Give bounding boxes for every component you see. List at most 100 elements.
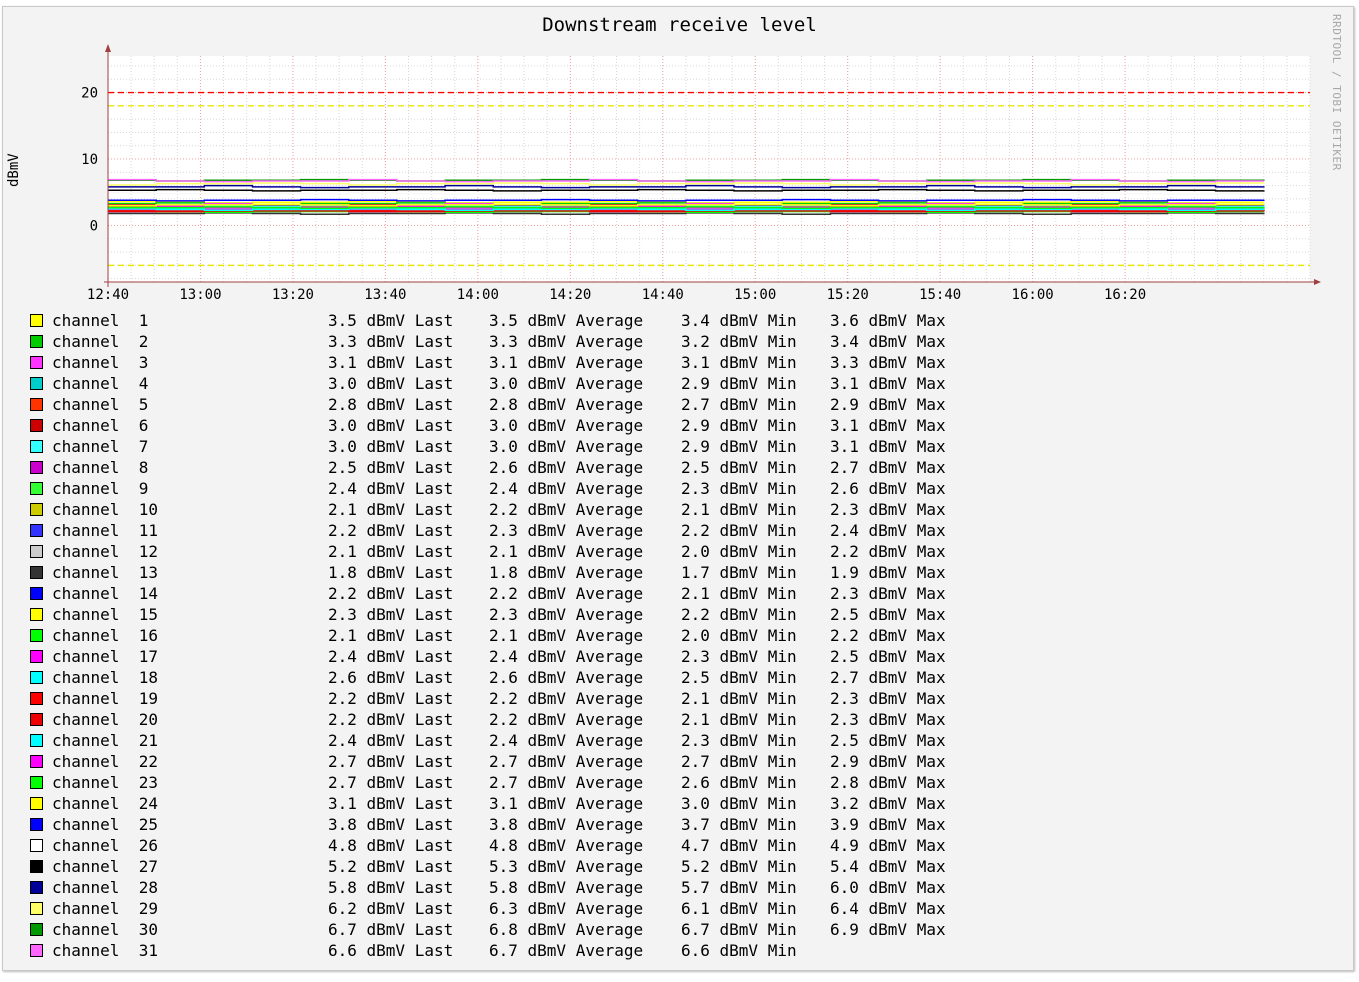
legend-average-value: 4.8 dBmV Average <box>489 836 644 855</box>
legend-average-value: 2.2 dBmV Average <box>489 500 644 519</box>
legend-min-value: 2.7 dBmV Min <box>681 752 797 771</box>
legend-average-value: 2.7 dBmV Average <box>489 773 644 792</box>
legend-swatch <box>30 818 43 831</box>
legend-last-value: 2.2 dBmV Last <box>328 710 454 729</box>
legend-min-value: 2.9 dBmV Min <box>681 416 797 435</box>
legend-swatch <box>30 314 43 327</box>
legend-last-value: 5.8 dBmV Last <box>328 878 454 897</box>
legend-min-value: 2.9 dBmV Min <box>681 437 797 456</box>
legend-min-value: 5.2 dBmV Min <box>681 857 797 876</box>
legend-min-value: 6.7 dBmV Min <box>681 920 797 939</box>
legend-min-value: 2.1 dBmV Min <box>681 710 797 729</box>
legend-last-value: 2.7 dBmV Last <box>328 752 454 771</box>
legend-average-value: 5.3 dBmV Average <box>489 857 644 876</box>
legend-swatch <box>30 629 43 642</box>
legend-swatch <box>30 881 43 894</box>
series-line-23 <box>108 206 1265 209</box>
legend-max-value: 2.5 dBmV Max <box>830 605 946 624</box>
legend-max-value: 2.3 dBmV Max <box>830 710 946 729</box>
legend-swatch <box>30 335 43 348</box>
legend-average-value: 3.1 dBmV Average <box>489 353 644 372</box>
legend-average-value: 2.2 dBmV Average <box>489 584 644 603</box>
x-tick-label: 14:20 <box>549 287 591 303</box>
legend-max-value: 4.9 dBmV Max <box>830 836 946 855</box>
legend-series-name: channel 20 <box>52 710 158 729</box>
legend-min-value: 2.5 dBmV Min <box>681 458 797 477</box>
legend-swatch <box>30 692 43 705</box>
legend-last-value: 1.8 dBmV Last <box>328 563 454 582</box>
legend-min-value: 2.0 dBmV Min <box>681 626 797 645</box>
legend-swatch <box>30 440 43 453</box>
legend-max-value: 3.1 dBmV Max <box>830 374 946 393</box>
legend-average-value: 2.3 dBmV Average <box>489 521 644 540</box>
legend-average-value: 2.6 dBmV Average <box>489 668 644 687</box>
x-tick-label: 13:40 <box>364 287 406 303</box>
legend-average-value: 2.1 dBmV Average <box>489 626 644 645</box>
legend-last-value: 2.4 dBmV Last <box>328 647 454 666</box>
legend-average-value: 6.7 dBmV Average <box>489 941 644 960</box>
y-axis-arrow <box>105 44 111 52</box>
legend-min-value: 4.7 dBmV Min <box>681 836 797 855</box>
legend-last-value: 3.0 dBmV Last <box>328 416 454 435</box>
legend-last-value: 3.0 dBmV Last <box>328 437 454 456</box>
legend-last-value: 2.4 dBmV Last <box>328 731 454 750</box>
legend-max-value: 6.0 dBmV Max <box>830 878 946 897</box>
legend-swatch <box>30 860 43 873</box>
legend-max-value: 3.2 dBmV Max <box>830 794 946 813</box>
legend-swatch <box>30 482 43 495</box>
legend-average-value: 3.3 dBmV Average <box>489 332 644 351</box>
legend-swatch <box>30 377 43 390</box>
legend-min-value: 2.2 dBmV Min <box>681 605 797 624</box>
x-axis-arrow <box>1314 279 1321 285</box>
legend-series-name: channel 5 <box>52 395 149 414</box>
legend-series-name: channel 25 <box>52 815 158 834</box>
legend-average-value: 2.7 dBmV Average <box>489 752 644 771</box>
legend-series-name: channel 18 <box>52 668 158 687</box>
legend-average-value: 2.3 dBmV Average <box>489 605 644 624</box>
legend-swatch <box>30 944 43 957</box>
legend-average-value: 2.2 dBmV Average <box>489 710 644 729</box>
legend-average-value: 2.4 dBmV Average <box>489 647 644 666</box>
legend-average-value: 6.8 dBmV Average <box>489 920 644 939</box>
legend-swatch <box>30 713 43 726</box>
legend-average-value: 3.1 dBmV Average <box>489 794 644 813</box>
legend-max-value: 2.3 dBmV Max <box>830 500 946 519</box>
legend-max-value: 2.5 dBmV Max <box>830 647 946 666</box>
legend-swatch <box>30 734 43 747</box>
legend-last-value: 3.3 dBmV Last <box>328 332 454 351</box>
legend-max-value: 6.9 dBmV Max <box>830 920 946 939</box>
legend-series-name: channel 28 <box>52 878 158 897</box>
legend-min-value: 3.2 dBmV Min <box>681 332 797 351</box>
legend-series-name: channel 16 <box>52 626 158 645</box>
legend-min-value: 2.3 dBmV Min <box>681 731 797 750</box>
legend-series-name: channel 10 <box>52 500 158 519</box>
legend-average-value: 2.1 dBmV Average <box>489 542 644 561</box>
legend-swatch <box>30 923 43 936</box>
legend-last-value: 6.7 dBmV Last <box>328 920 454 939</box>
legend-min-value: 2.3 dBmV Min <box>681 479 797 498</box>
legend-min-value: 2.6 dBmV Min <box>681 773 797 792</box>
legend-last-value: 2.2 dBmV Last <box>328 584 454 603</box>
legend-min-value: 3.0 dBmV Min <box>681 794 797 813</box>
legend-series-name: channel 17 <box>52 647 158 666</box>
legend-last-value: 2.8 dBmV Last <box>328 395 454 414</box>
legend-series-name: channel 24 <box>52 794 158 813</box>
legend-swatch <box>30 608 43 621</box>
legend-swatch <box>30 755 43 768</box>
legend-min-value: 1.7 dBmV Min <box>681 563 797 582</box>
plot-area: 0 10 20 12:40 13:00 13:20 13:40 14:00 14:20 14:40… <box>81 44 1321 303</box>
legend-average-value: 3.5 dBmV Average <box>489 311 644 330</box>
legend-average-value: 3.0 dBmV Average <box>489 416 644 435</box>
legend-min-value: 3.4 dBmV Min <box>681 311 797 330</box>
legend-min-value: 2.1 dBmV Min <box>681 500 797 519</box>
legend-last-value: 5.2 dBmV Last <box>328 857 454 876</box>
x-tick-label: 13:00 <box>179 287 221 303</box>
x-tick-label: 16:20 <box>1104 287 1146 303</box>
legend-average-value: 1.8 dBmV Average <box>489 563 644 582</box>
legend-series-name: channel 30 <box>52 920 158 939</box>
legend-average-value: 2.4 dBmV Average <box>489 731 644 750</box>
legend-average-value: 5.8 dBmV Average <box>489 878 644 897</box>
legend-max-value: 2.2 dBmV Max <box>830 542 946 561</box>
legend-max-value: 2.4 dBmV Max <box>830 521 946 540</box>
legend-min-value: 2.3 dBmV Min <box>681 647 797 666</box>
